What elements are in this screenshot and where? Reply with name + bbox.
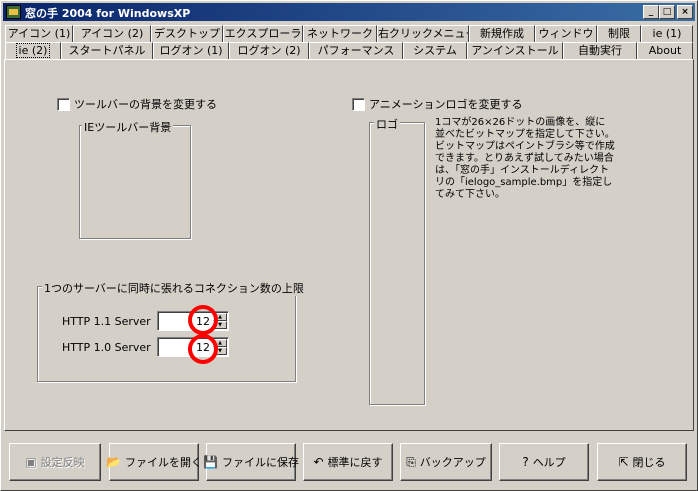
logo-description: 1コマが26×26ドットの画像を、縦に並べたビットマップを指定して下さい。ビット… xyxy=(435,117,615,200)
toolbar-bg-checkbox-row[interactable]: ツールバーの背景を変更する xyxy=(57,96,217,112)
apply-label: 設定反映 xyxy=(40,456,85,469)
tab-start-panel[interactable]: スタートパネル xyxy=(61,42,153,60)
tab-ie-2[interactable]: ie (2) xyxy=(5,42,61,60)
http10-label: HTTP 1.0 Server xyxy=(62,341,151,354)
maximize-button[interactable]: □ xyxy=(659,5,675,19)
anim-logo-checkbox-row[interactable]: アニメーションロゴを変更する xyxy=(352,96,523,112)
main-window: 窓の手 2004 for WindowsXP _ □ × アイコン (1) アイ… xyxy=(0,0,698,491)
tab-new[interactable]: 新規作成 xyxy=(469,25,535,43)
exit-icon: ⇱ xyxy=(618,455,629,469)
tab-network[interactable]: ネットワーク xyxy=(303,25,377,43)
open-file-button[interactable]: 📂 ファイルを開く xyxy=(106,443,202,481)
reset-label: 標準に戻す xyxy=(327,456,383,469)
logo-group: ロゴ xyxy=(369,116,425,405)
toolbar-bg-checkbox[interactable] xyxy=(57,97,70,111)
connections-group: 1つのサーバーに同時に張れるコネクション数の上限 xyxy=(37,280,306,382)
save-file-label: ファイルに保存 xyxy=(221,456,299,469)
apply-button[interactable]: ▣ 設定反映 xyxy=(9,443,101,481)
close-label: 閉じる xyxy=(632,456,666,469)
close-window-button[interactable]: × xyxy=(677,5,693,19)
tab-window[interactable]: ウィンドウ xyxy=(535,25,597,43)
undo-icon: ↶ xyxy=(313,455,324,469)
tab-system[interactable]: システム xyxy=(403,42,467,60)
backup-label: バックアップ xyxy=(419,456,486,469)
floppy-disk-icon: 💾 xyxy=(203,455,218,469)
tab-icon-2[interactable]: アイコン (2) xyxy=(73,25,151,43)
help-label: ヘルプ xyxy=(532,456,566,469)
tab-performance[interactable]: パフォーマンス xyxy=(309,42,403,60)
tab-uninstall[interactable]: アンインストール xyxy=(467,42,563,60)
tab-about[interactable]: About xyxy=(637,42,693,60)
tab-autorun[interactable]: 自動実行 xyxy=(563,42,637,60)
highlight-circle-http10 xyxy=(188,334,218,364)
http11-label: HTTP 1.1 Server xyxy=(62,315,151,328)
tab-explorer[interactable]: エクスプローラ xyxy=(223,25,303,43)
highlight-circle-http11 xyxy=(188,305,218,335)
backup-button[interactable]: ⎘ バックアップ xyxy=(400,443,492,481)
app-icon xyxy=(6,5,21,19)
help-button[interactable]: ? ヘルプ xyxy=(499,443,589,481)
toolbar-bg-group: IEツールバー背景 xyxy=(79,119,191,239)
tab-logon-2[interactable]: ログオン (2) xyxy=(229,42,309,60)
toolbar-bg-group-title: IEツールバー背景 xyxy=(82,119,174,135)
logo-group-title: ロゴ xyxy=(374,116,400,132)
window-title: 窓の手 2004 for WindowsXP xyxy=(25,7,191,20)
open-file-label: ファイルを開く xyxy=(124,456,202,469)
connections-group-title: 1つのサーバーに同時に張れるコネクション数の上限 xyxy=(42,280,306,296)
anim-logo-checkbox-label: アニメーションロゴを変更する xyxy=(369,98,523,111)
tab-logon-1[interactable]: ログオン (1) xyxy=(153,42,229,60)
tab-desktop[interactable]: デスクトップ xyxy=(151,25,223,43)
tab-restrict[interactable]: 制限 xyxy=(597,25,641,43)
reset-button[interactable]: ↶ 標準に戻す xyxy=(303,443,393,481)
backup-icon: ⎘ xyxy=(406,454,416,469)
tab-context-menu[interactable]: 右クリックメニュー xyxy=(377,25,469,43)
tab-icon-1[interactable]: アイコン (1) xyxy=(5,25,73,43)
title-bar[interactable]: 窓の手 2004 for WindowsXP _ □ × xyxy=(3,3,695,21)
minimize-button[interactable]: _ xyxy=(643,5,659,19)
close-button[interactable]: ⇱ 閉じる xyxy=(597,443,687,481)
apply-icon: ▣ xyxy=(25,455,37,469)
folder-open-icon: 📂 xyxy=(106,455,121,469)
anim-logo-checkbox[interactable] xyxy=(352,97,365,111)
toolbar-bg-checkbox-label: ツールバーの背景を変更する xyxy=(74,98,217,111)
tab-ie-2-label: ie (2) xyxy=(15,43,51,58)
save-file-button[interactable]: 💾 ファイルに保存 xyxy=(203,443,299,481)
tab-ie-1[interactable]: ie (1) xyxy=(641,25,693,43)
help-icon: ? xyxy=(522,455,529,469)
